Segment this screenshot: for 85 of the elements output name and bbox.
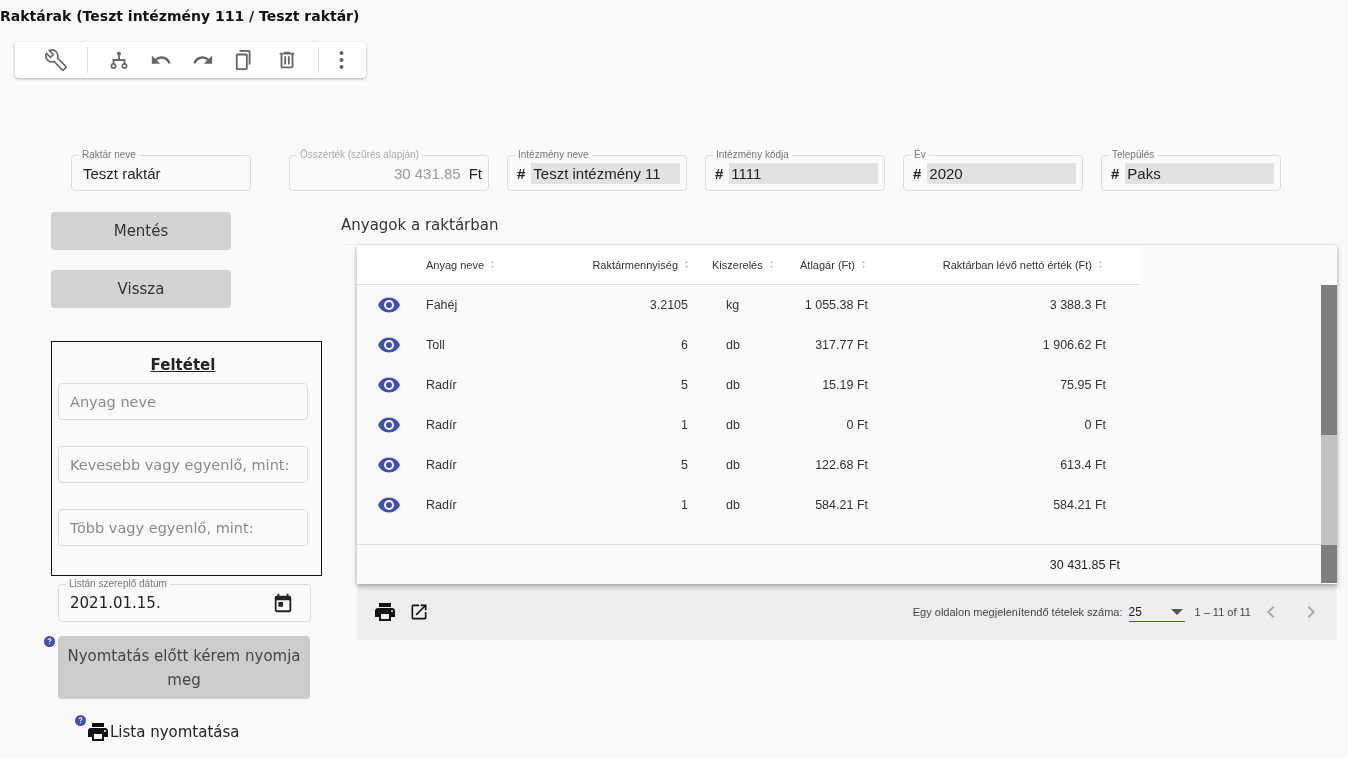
field-label: Összérték (szűrés alapján) [297, 149, 422, 161]
field-value: Teszt raktár [82, 163, 162, 184]
calendar-icon [272, 592, 294, 614]
printer-icon [86, 720, 110, 744]
filter-field[interactable]: Anyag neve [58, 383, 308, 420]
table-cell: 0 Ft [846, 418, 868, 432]
filter-field[interactable]: Több vagy egyenlő, mint: [58, 509, 308, 546]
table-cell: 15.19 Ft [822, 378, 868, 392]
page-title: Raktárak (Teszt intézmény 111 / Teszt raktár) [0, 8, 360, 24]
table-cell: Radír [426, 378, 457, 392]
table-cell: db [726, 458, 740, 472]
field-label: Raktár neve [79, 149, 139, 161]
field-label: Intézmény kódja [713, 149, 792, 161]
table-cell: Radír [426, 418, 457, 432]
table-cell: 5 [681, 378, 688, 392]
field-value: 2020 [927, 162, 1076, 184]
field-value: 30 431.85 [392, 163, 462, 184]
table-cell: db [726, 378, 740, 392]
field-label: Település [1109, 149, 1158, 161]
scrollbar[interactable] [1321, 285, 1337, 583]
field-value: Paks [1125, 162, 1274, 184]
help-icon[interactable] [75, 715, 86, 726]
prepare-print-button[interactable]: Nyomtatás előtt kérem nyomja meg [58, 636, 310, 699]
table-cell: Toll [426, 338, 445, 352]
table-cell: kg [726, 298, 740, 312]
field-value: 2021.01.15. [69, 592, 162, 614]
page-size-label: Egy oldalon megjelenítendő tételek száma: [912, 606, 1123, 618]
action-button[interactable]: Mentés [51, 212, 231, 250]
table-cell: 613.4 Ft [1060, 458, 1106, 472]
field-label: Intézmény neve [515, 149, 592, 161]
text-field[interactable]: Intézmény kódja # 1111 [705, 149, 885, 191]
table-cell: Radír [426, 498, 457, 512]
date-field[interactable]: Listán szereplő dátum 2021.01.15. [58, 578, 311, 622]
field-label: Év [911, 149, 929, 161]
field-value: 1111 [729, 162, 878, 184]
table-cell: 5 [681, 458, 688, 472]
table-cell: Fahéj [426, 298, 458, 312]
column-header[interactable]: Raktármennyiség [592, 258, 692, 271]
column-header[interactable]: Raktárban lévő nettó érték (Ft) [942, 258, 1106, 271]
hash-sign: # [715, 164, 724, 182]
filter-field[interactable]: Kevesebb vagy egyenlő, mint: [58, 446, 308, 483]
table-cell: 3.2105 [649, 298, 688, 312]
filter-title: Feltétel [150, 356, 216, 374]
table-cell: 122.68 Ft [815, 458, 868, 472]
table-cell: 1 [681, 418, 688, 432]
table-cell: 317.77 Ft [815, 338, 868, 352]
page-size-select[interactable]: 25 [1128, 602, 1185, 622]
wrench-icon [45, 49, 67, 71]
hierarchy-icon [108, 49, 130, 71]
text-field[interactable]: Intézmény neve # Teszt intézmény 11 [507, 149, 687, 191]
table-cell: 1 906.62 Ft [1042, 338, 1106, 352]
help-icon[interactable] [44, 636, 55, 647]
calendar-button[interactable] [272, 592, 294, 614]
print-list-link[interactable]: Lista nyomtatása [86, 720, 240, 744]
hash-sign: # [517, 164, 526, 182]
text-field[interactable]: Település # Paks [1101, 149, 1281, 191]
table-cell: db [726, 418, 740, 432]
table-cell: 75.95 Ft [1060, 378, 1106, 392]
field-value: Teszt intézmény 11 [531, 162, 680, 184]
text-field[interactable]: Év # 2020 [903, 149, 1083, 191]
table-cell: 584.21 Ft [1053, 498, 1106, 512]
field-label: Listán szereplő dátum [66, 578, 170, 590]
column-header[interactable]: Átlagár (Ft) [800, 258, 869, 271]
table-cell: 3 388.3 Ft [1049, 298, 1106, 312]
table-cell: 1 055.38 Ft [804, 298, 868, 312]
hash-sign: # [913, 164, 922, 182]
action-button[interactable]: Vissza [51, 270, 231, 308]
table-cell: db [726, 498, 740, 512]
table-cell: 0 Ft [1084, 418, 1106, 432]
table-cell: db [726, 338, 740, 352]
table-cell: 1 [681, 498, 688, 512]
page-range: 1 – 11 of 11 [1194, 606, 1251, 618]
currency-unit: Ft [468, 164, 482, 182]
text-field[interactable]: Raktár neve Teszt raktár [71, 149, 251, 191]
printer-icon [373, 600, 397, 624]
section-heading: Anyagok a raktárban [341, 216, 499, 234]
column-header[interactable]: Anyag neve [426, 258, 499, 271]
open-external-icon [409, 602, 429, 622]
hash-sign: # [1111, 164, 1120, 182]
table-cell: 6 [681, 338, 688, 352]
column-header[interactable]: Kiszerelés [712, 258, 777, 271]
total-value: 30 431.85 Ft [1049, 557, 1120, 572]
table-cell: 584.21 Ft [815, 498, 868, 512]
table-cell: Radír [426, 458, 457, 472]
more-icon [339, 51, 344, 69]
